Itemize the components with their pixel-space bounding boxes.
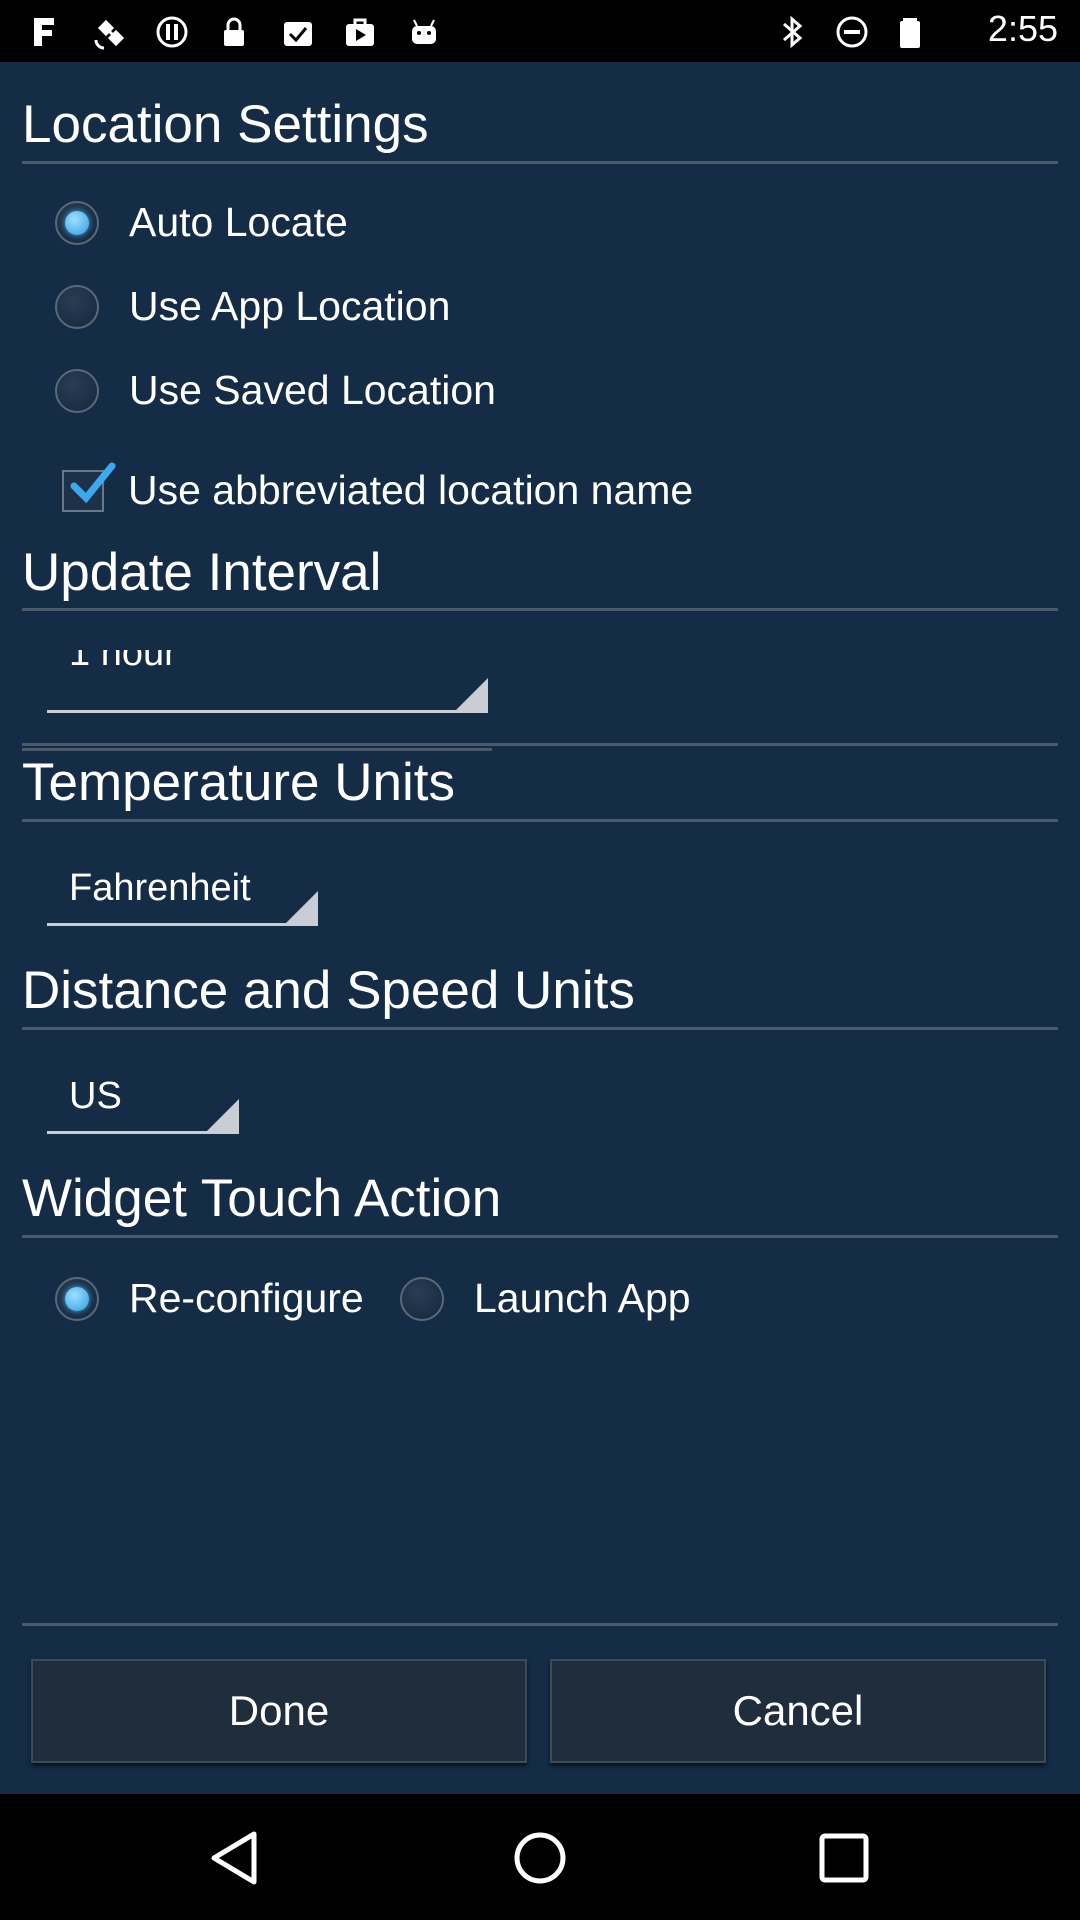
done-button[interactable]: Done xyxy=(31,1659,527,1763)
recent-apps-icon[interactable] xyxy=(812,1826,876,1890)
dropdown-arrow-icon xyxy=(207,1099,239,1131)
temperature-units-dropdown[interactable]: Fahrenheit xyxy=(47,863,318,926)
distance-units-dropdown[interactable]: US xyxy=(47,1071,239,1134)
distance-units-value: US xyxy=(69,1075,122,1117)
auto-locate-label: Auto Locate xyxy=(129,199,348,245)
divider xyxy=(22,1027,1058,1030)
temperature-units-title: Temperature Units xyxy=(22,753,456,812)
widget-touch-action-title: Widget Touch Action xyxy=(22,1169,502,1228)
status-bar: 2:55 xyxy=(0,0,1080,62)
briefcase-icon xyxy=(340,12,380,52)
alert-icon xyxy=(152,12,192,52)
radio-button[interactable] xyxy=(55,368,99,413)
use-saved-location-label: Use Saved Location xyxy=(129,367,496,413)
use-app-location-label: Use App Location xyxy=(129,283,451,329)
abbreviated-location-checkbox-row[interactable]: Use abbreviated location name xyxy=(62,462,694,514)
distance-units-title: Distance and Speed Units xyxy=(22,961,635,1020)
reconfigure-label: Re-configure xyxy=(129,1275,364,1321)
android-icon xyxy=(404,12,444,52)
divider xyxy=(22,161,1058,164)
do-not-disturb-icon xyxy=(832,12,872,52)
divider xyxy=(22,748,492,751)
location-settings-title: Location Settings xyxy=(22,95,429,154)
temperature-units-value: Fahrenheit xyxy=(69,867,251,909)
radio-button[interactable] xyxy=(55,284,99,329)
reconfigure-option[interactable]: Re-configure xyxy=(55,1275,364,1322)
fake-gps-icon xyxy=(26,12,66,52)
navigation-bar xyxy=(0,1794,1080,1920)
radio-button-selected[interactable] xyxy=(55,1276,99,1321)
radio-button[interactable] xyxy=(400,1276,444,1321)
clipboard-check-icon xyxy=(278,12,318,52)
bluetooth-icon xyxy=(772,12,812,52)
radio-button-selected[interactable] xyxy=(55,200,99,245)
auto-locate-option[interactable]: Auto Locate xyxy=(55,199,348,246)
clock-time: 2:55 xyxy=(987,8,1058,49)
cancel-button[interactable]: Cancel xyxy=(550,1659,1046,1763)
divider xyxy=(22,608,1058,611)
satellite-icon xyxy=(90,12,130,52)
dropdown-arrow-icon xyxy=(456,678,488,710)
lock-icon xyxy=(214,12,254,52)
settings-panel: Location Settings Auto Locate Use App Lo… xyxy=(0,62,1080,1794)
battery-icon xyxy=(890,12,930,52)
divider xyxy=(22,743,1058,746)
divider xyxy=(22,819,1058,822)
divider xyxy=(22,1623,1058,1626)
update-interval-title: Update Interval xyxy=(22,543,382,602)
divider xyxy=(22,1235,1058,1238)
back-icon[interactable] xyxy=(204,1826,268,1890)
checkmark-icon xyxy=(70,462,116,503)
abbreviated-location-label: Use abbreviated location name xyxy=(128,467,694,513)
launch-app-option[interactable]: Launch App xyxy=(400,1275,691,1322)
update-interval-value: 1 hour xyxy=(69,650,177,674)
home-icon[interactable] xyxy=(508,1826,572,1890)
checkbox-checked[interactable] xyxy=(62,462,116,512)
launch-app-label: Launch App xyxy=(474,1275,691,1321)
dropdown-arrow-icon xyxy=(286,891,318,923)
update-interval-dropdown[interactable]: 1 hour xyxy=(47,650,488,713)
use-app-location-option[interactable]: Use App Location xyxy=(55,283,450,330)
use-saved-location-option[interactable]: Use Saved Location xyxy=(55,367,496,414)
